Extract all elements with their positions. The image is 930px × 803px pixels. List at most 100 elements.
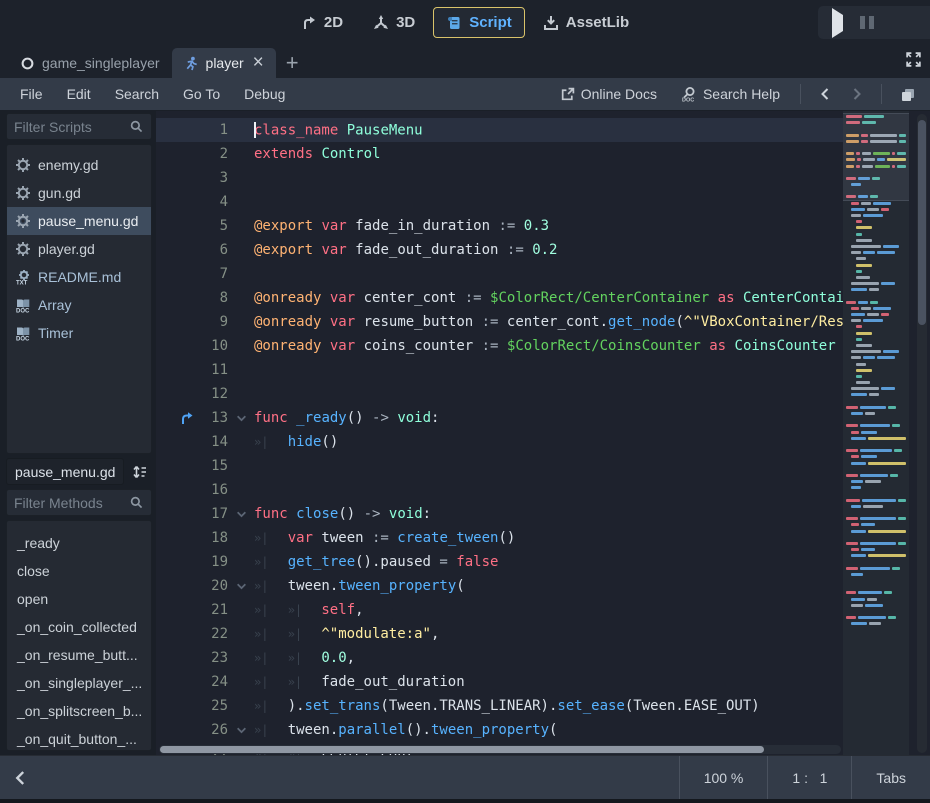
collapse-sidebar-button[interactable]	[0, 770, 41, 786]
method-item[interactable]: _on_resume_butt...	[7, 641, 151, 669]
code-line-26[interactable]: 26»|tween.parallel().tween_property(	[156, 718, 843, 742]
code-line-6[interactable]: 6@export var fade_out_duration := 0.2	[156, 238, 843, 262]
menu-go-to[interactable]: Go To	[171, 86, 232, 102]
code-token-txt	[701, 338, 709, 354]
code-line-18[interactable]: 18»|var tween := create_tween()	[156, 526, 843, 550]
scripts-list: enemy.gd gun.gdpause_menu.gdplayer.gdTXTR…	[6, 144, 152, 454]
code-line-21[interactable]: 21»|»|self,	[156, 598, 843, 622]
script-item-label: enemy.gd	[38, 157, 98, 173]
stop-button[interactable]	[886, 11, 905, 35]
make-floating-button[interactable]	[892, 86, 924, 102]
indent-type[interactable]: Tabs	[851, 756, 930, 799]
filter-scripts-input[interactable]: Filter Scripts	[6, 113, 152, 140]
sort-methods-button[interactable]	[128, 458, 152, 485]
script-item-gun.gd[interactable]: gun.gd	[7, 179, 151, 207]
code-line-16[interactable]: 16	[156, 478, 843, 502]
signal-connection-icon[interactable]	[180, 411, 194, 425]
history-forward-button[interactable]	[843, 87, 871, 101]
main-screen-tab-3d[interactable]: 3D	[361, 8, 427, 37]
history-back-button[interactable]	[811, 87, 839, 101]
code-token-txt: ,	[431, 626, 439, 642]
menu-edit[interactable]: Edit	[55, 86, 103, 102]
zoom-level[interactable]: 100 %	[679, 756, 768, 799]
vertical-scrollbar[interactable]	[917, 114, 927, 753]
code-line-9[interactable]: 9@onready var resume_button := center_co…	[156, 310, 843, 334]
code-line-19[interactable]: 19»|get_tree().paused = false	[156, 550, 843, 574]
code-line-12[interactable]: 12	[156, 382, 843, 406]
minimap-row	[856, 332, 906, 335]
caret-position: 1 : 1	[767, 756, 851, 799]
script-item-Array[interactable]: DOCArray	[7, 291, 151, 319]
code-line-1[interactable]: 1class_name PauseMenu	[156, 118, 843, 142]
script-item-Timer[interactable]: DOCTimer	[7, 319, 151, 347]
minimap-row	[851, 437, 906, 440]
code-line-14[interactable]: 14»|hide()	[156, 430, 843, 454]
horizontal-scrollbar-thumb[interactable]	[160, 746, 764, 753]
playback-controls	[818, 6, 930, 39]
pause-button[interactable]	[857, 11, 876, 35]
scene-tab-game_singleplayer[interactable]: game_singleplayer	[8, 48, 172, 78]
fold-toggle[interactable]	[228, 509, 254, 520]
main-screen-tab-script[interactable]: Script	[433, 7, 525, 38]
scene-tab-player[interactable]: player×	[172, 48, 276, 78]
expand-editor-button[interactable]	[905, 51, 922, 68]
code-token-txt: tween	[313, 530, 372, 546]
add-scene-tab-button[interactable]: +	[276, 48, 309, 78]
code-line-13[interactable]: 13func _ready() -> void:	[156, 406, 843, 430]
main-screen-nav: 2D3DScriptAssetLib	[289, 7, 641, 38]
fold-toggle[interactable]	[228, 725, 254, 736]
code-line-24[interactable]: 24»|»|fade_out_duration	[156, 670, 843, 694]
method-item[interactable]: _on_quit_button_...	[7, 725, 151, 751]
code-token-txt: coins_counter	[355, 338, 481, 354]
vertical-scrollbar-thumb[interactable]	[918, 120, 926, 325]
method-item[interactable]: _on_splitscreen_b...	[7, 697, 151, 725]
menu-search[interactable]: Search	[103, 86, 171, 102]
code-line-10[interactable]: 10@onready var coins_counter := $ColorRe…	[156, 334, 843, 358]
line-number: 11	[196, 362, 228, 378]
code-line-11[interactable]: 11	[156, 358, 843, 382]
code-line-2[interactable]: 2extends Control	[156, 142, 843, 166]
script-item-README.md[interactable]: TXTREADME.md	[7, 263, 151, 291]
method-item[interactable]: open	[7, 585, 151, 613]
tab-indent-marker: »|	[254, 603, 288, 617]
search-help-button[interactable]: DOCSearch Help	[671, 86, 790, 102]
code-line-4[interactable]: 4	[156, 190, 843, 214]
extra-button[interactable]	[915, 11, 930, 35]
menu-debug[interactable]: Debug	[232, 86, 297, 102]
code-line-25[interactable]: 25»|).set_trans(Tween.TRANS_LINEAR).set_…	[156, 694, 843, 718]
method-item[interactable]: _on_coin_collected	[7, 613, 151, 641]
online-docs-button[interactable]: Online Docs	[550, 86, 667, 102]
code-line-15[interactable]: 15	[156, 454, 843, 478]
code-line-17[interactable]: 17func close() -> void:	[156, 502, 843, 526]
filter-methods-input[interactable]: Filter Methods	[6, 489, 152, 516]
method-item[interactable]: _ready	[7, 529, 151, 557]
horizontal-scrollbar[interactable]	[159, 745, 841, 754]
code-line-23[interactable]: 23»|»|0.0,	[156, 646, 843, 670]
play-button[interactable]	[828, 11, 847, 35]
method-item[interactable]: _on_singleplayer_...	[7, 669, 151, 697]
method-item[interactable]: close	[7, 557, 151, 585]
main-screen-tab-assetlib[interactable]: AssetLib	[531, 8, 641, 37]
code-line-5[interactable]: 5@export var fade_in_duration := 0.3	[156, 214, 843, 238]
code-token-txt	[321, 290, 329, 306]
main-screen-tab-2d[interactable]: 2D	[289, 8, 355, 37]
code-line-7[interactable]: 7	[156, 262, 843, 286]
current-script-name: pause_menu.gd	[15, 464, 115, 480]
code-line-22[interactable]: 22»|»|^"modulate:a",	[156, 622, 843, 646]
current-script-field[interactable]: pause_menu.gd	[6, 458, 124, 485]
script-item-pause_menu.gd[interactable]: pause_menu.gd	[7, 207, 151, 235]
fold-toggle[interactable]	[228, 581, 254, 592]
minimap-viewport[interactable]	[843, 113, 909, 201]
close-tab-icon[interactable]: ×	[253, 56, 264, 70]
chevron-right-icon	[851, 87, 863, 101]
code-minimap[interactable]	[843, 111, 909, 755]
menu-file[interactable]: File	[8, 86, 55, 102]
code-line-3[interactable]: 3	[156, 166, 843, 190]
code-token-txt: (	[549, 722, 557, 738]
script-item-player.gd[interactable]: player.gd	[7, 235, 151, 263]
code-editor[interactable]: 1class_name PauseMenu2extends Control345…	[156, 111, 930, 755]
code-line-20[interactable]: 20»|tween.tween_property(	[156, 574, 843, 598]
fold-toggle[interactable]	[228, 413, 254, 424]
script-item-enemy.gd[interactable]: enemy.gd	[7, 151, 151, 179]
code-line-8[interactable]: 8@onready var center_cont := $ColorRect/…	[156, 286, 843, 310]
